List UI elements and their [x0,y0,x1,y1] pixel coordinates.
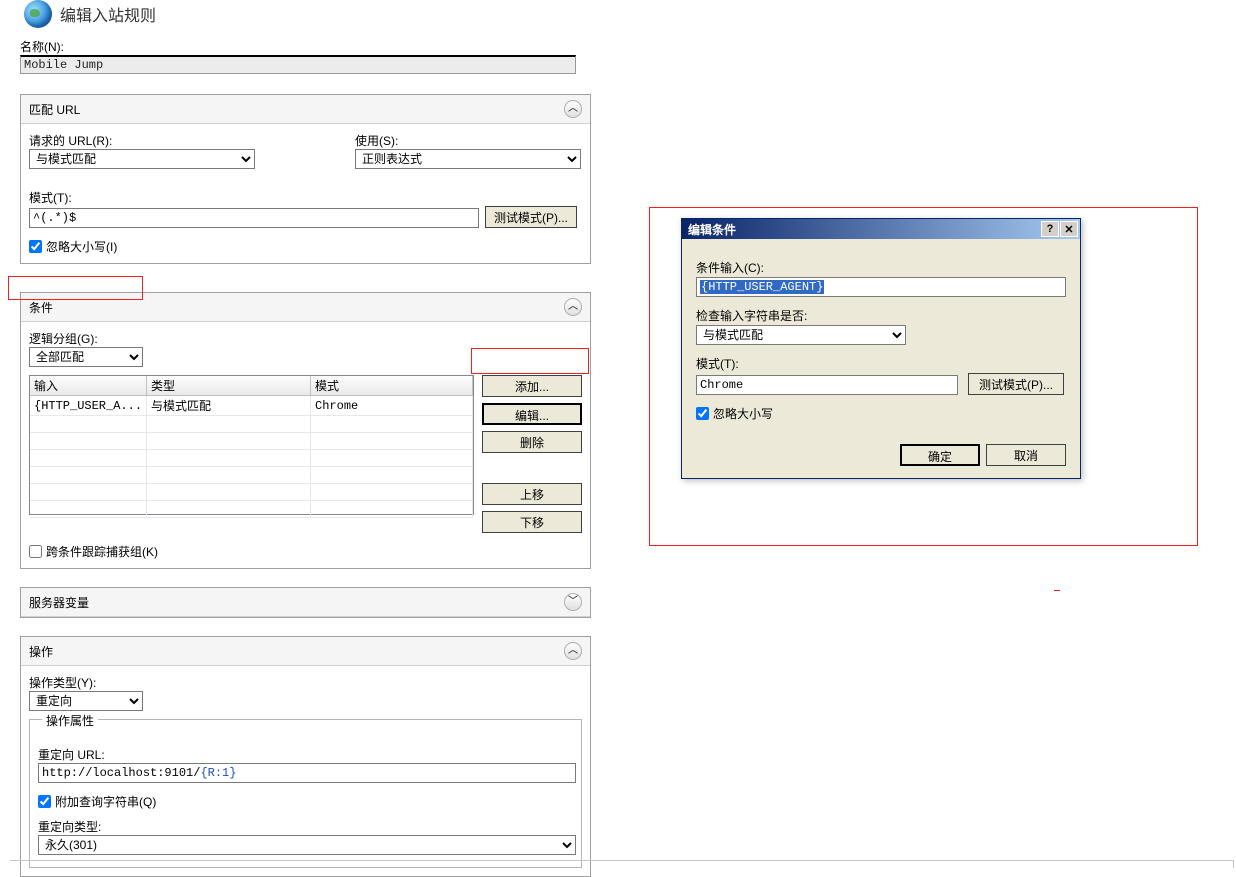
using-label: 使用(S): [355,132,581,149]
cancel-button[interactable]: 取消 [986,444,1066,466]
dlg-ignore-case-label: 忽略大小写 [713,405,773,422]
table-row [30,501,473,518]
edit-condition-dialog: 编辑条件 ? ✕ 条件输入(C): {HTTP_USER_AGENT} 检查输入… [681,218,1081,479]
dialog-title: 编辑条件 [688,221,736,238]
collapse-action[interactable]: ︿ [564,642,582,660]
collapse-match-url[interactable]: ︿ [564,100,582,118]
using-select[interactable]: 正则表达式 [355,149,581,169]
redirect-type-label: 重定向类型: [38,818,573,835]
dlg-check-label: 检查输入字符串是否: [696,307,1066,324]
append-query-label: 附加查询字符串(Q) [55,793,156,810]
dlg-input-label: 条件输入(C): [696,259,1066,276]
dlg-ignore-case-checkbox[interactable] [696,407,709,420]
action-title: 操作 [29,643,53,660]
redirect-url-input[interactable]: http://localhost:9101/{R:1} [38,763,576,783]
table-row[interactable]: {HTTP_USER_A... 与模式匹配 Chrome [30,396,473,416]
match-url-title: 匹配 URL [29,101,80,118]
move-up-button[interactable]: 上移 [482,483,582,505]
server-vars-group: 服务器变量 ﹀ [20,587,591,618]
track-capture-label: 跨条件跟踪捕获组(K) [46,543,158,560]
table-row [30,416,473,433]
condition-input[interactable]: {HTTP_USER_AGENT} [696,277,1066,297]
append-query-checkbox[interactable] [38,795,51,808]
add-condition-button[interactable]: 添加... [482,375,582,397]
page-title: 编辑入站规则 [60,2,156,26]
col-type[interactable]: 类型 [147,376,311,396]
test-pattern-button[interactable]: 测试模式(P)... [485,206,577,228]
conditions-title: 条件 [29,299,53,316]
requested-url-label: 请求的 URL(R): [29,132,255,149]
edit-condition-button[interactable]: 编辑... [482,403,582,425]
conditions-group: 条件 ︿ 逻辑分组(G): 全部匹配 输入 类型 模式 [20,292,591,569]
table-row [30,484,473,501]
action-group: 操作 ︿ 操作类型(Y): 重定向 操作属性 重定向 URL: http://l… [20,636,591,877]
col-pattern[interactable]: 模式 [311,376,473,396]
table-row [30,450,473,467]
pattern-label: 模式(T): [29,189,582,206]
match-url-group: 匹配 URL ︿ 请求的 URL(R): 与模式匹配 使用(S): 正则表达式 [20,94,591,264]
requested-url-select[interactable]: 与模式匹配 [29,149,255,169]
redirect-url-label: 重定向 URL: [38,746,573,763]
col-input[interactable]: 输入 [30,376,147,396]
table-row [30,467,473,484]
ignore-case-checkbox[interactable] [29,240,42,253]
name-label: 名称(N): [20,38,596,55]
globe-icon [24,0,52,28]
ok-button[interactable]: 确定 [900,444,980,466]
expand-server-vars[interactable]: ﹀ [564,593,582,611]
window-border [10,860,1234,868]
action-props-legend: 操作属性 [42,712,98,729]
check-select[interactable]: 与模式匹配 [696,325,906,345]
help-icon[interactable]: ? [1041,221,1059,237]
collapse-conditions[interactable]: ︿ [564,298,582,316]
delete-condition-button[interactable]: 删除 [482,431,582,453]
redirect-type-select[interactable]: 永久(301) [38,835,576,855]
red-dash [1054,590,1060,591]
action-type-select[interactable]: 重定向 [29,691,143,711]
table-row [30,433,473,450]
dlg-pattern-input[interactable] [696,375,958,395]
server-vars-title: 服务器变量 [29,594,89,611]
dlg-test-pattern-button[interactable]: 测试模式(P)... [968,373,1064,395]
action-type-label: 操作类型(Y): [29,674,582,691]
logic-label: 逻辑分组(G): [29,330,582,347]
track-capture-checkbox[interactable] [29,545,42,558]
dlg-pattern-label: 模式(T): [696,355,1066,372]
conditions-table[interactable]: 输入 类型 模式 {HTTP_USER_A... 与模式匹配 Chrome [29,375,474,515]
move-down-button[interactable]: 下移 [482,511,582,533]
name-input[interactable] [20,55,576,74]
logic-select[interactable]: 全部匹配 [29,347,143,367]
ignore-case-label: 忽略大小写(I) [46,238,117,255]
pattern-input[interactable] [29,208,479,228]
close-icon[interactable]: ✕ [1060,221,1078,237]
